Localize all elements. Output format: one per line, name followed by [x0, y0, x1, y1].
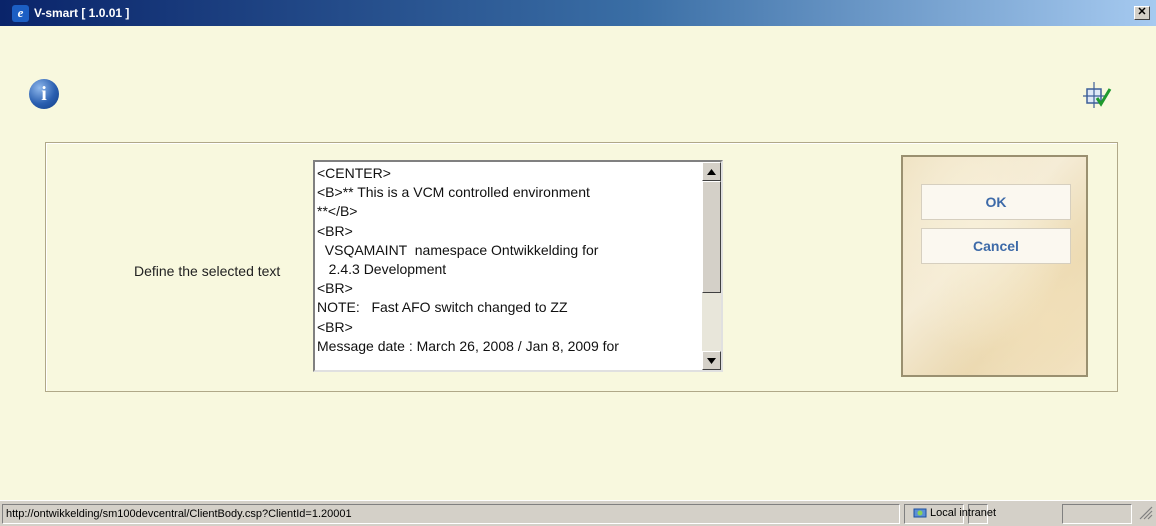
layout-check-icon[interactable] [1082, 80, 1112, 110]
scroll-down-arrow-icon[interactable] [702, 351, 721, 370]
textarea-content[interactable]: <CENTER> <B>** This is a VCM controlled … [317, 164, 701, 370]
textarea-scrollbar[interactable] [702, 162, 721, 370]
scroll-up-arrow-icon[interactable] [702, 162, 721, 181]
selected-text-textarea[interactable]: <CENTER> <B>** This is a VCM controlled … [313, 160, 723, 372]
define-text-label: Define the selected text [134, 263, 281, 279]
resize-grip-icon[interactable] [1134, 504, 1154, 524]
cancel-button[interactable]: Cancel [921, 228, 1071, 264]
status-cell-empty-3 [1062, 504, 1132, 524]
intranet-icon [913, 508, 927, 518]
status-zone: Local intranet [910, 504, 1060, 524]
status-url: http://ontwikkelding/sm100devcentral/Cli… [2, 504, 900, 524]
window-title: V-smart [ 1.0.01 ] [34, 6, 130, 20]
button-panel: OK Cancel [901, 155, 1088, 377]
title-bar: e V-smart [ 1.0.01 ] ✕ [0, 0, 1156, 26]
close-button[interactable]: ✕ [1134, 6, 1150, 20]
info-icon: i [29, 79, 59, 109]
ie-icon: e [12, 4, 29, 22]
zone-label: Local intranet [930, 507, 997, 519]
status-bar: http://ontwikkelding/sm100devcentral/Cli… [0, 500, 1156, 526]
scroll-thumb[interactable] [702, 181, 721, 293]
ok-button[interactable]: OK [921, 184, 1071, 220]
